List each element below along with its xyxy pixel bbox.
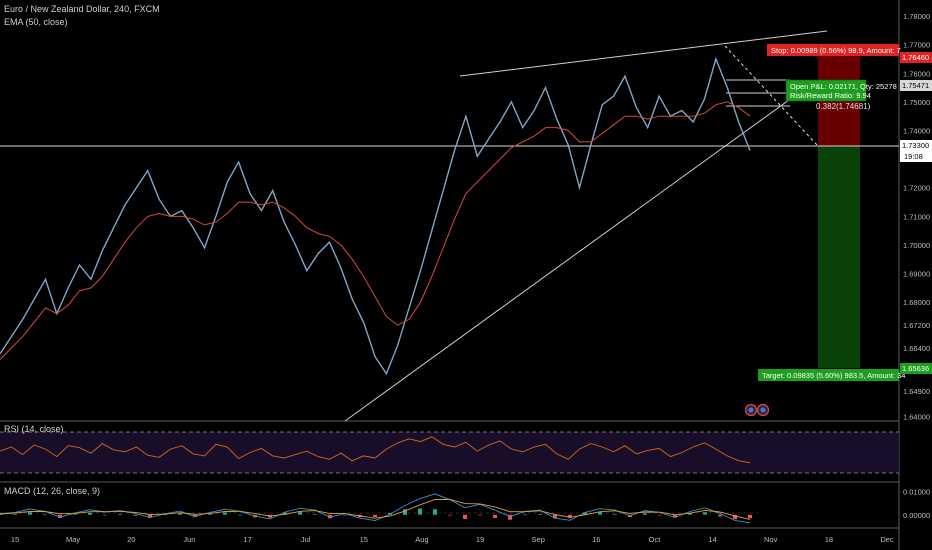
symbol-title[interactable]: Euro / New Zealand Dollar, 240, FXCM	[4, 4, 160, 14]
macd-legend[interactable]: MACD (12, 26, close, 9)	[4, 486, 100, 496]
event-icon-1[interactable]	[744, 403, 758, 417]
macd-hist-bar	[613, 514, 617, 515]
price-tick-label: 1.71000	[903, 212, 930, 221]
svg-text:Risk/Reward Ratio: 9.94: Risk/Reward Ratio: 9.94	[790, 91, 871, 100]
price-tick-label: 1.64000	[903, 413, 930, 422]
macd-hist-bar	[43, 514, 47, 516]
macd-hist-bar	[298, 511, 302, 515]
macd-hist-bar	[238, 514, 242, 516]
macd-tick-label: 0.00000	[903, 511, 930, 520]
macd-hist-bar	[373, 514, 377, 518]
svg-text:Open P&L: 0.02171, Qty: 25278: Open P&L: 0.02171, Qty: 25278	[790, 82, 897, 91]
svg-text:19:08: 19:08	[904, 152, 923, 161]
macd-hist-bar	[28, 512, 32, 515]
target-label[interactable]: Target: 0.09835 (5.60%) 983.5, Amount: 3…	[758, 369, 905, 381]
current-price-tag[interactable]: 1.73300	[900, 140, 932, 151]
time-tick-label: 14	[708, 535, 716, 544]
macd-tick-label: 0.01000	[903, 488, 930, 497]
time-tick-label: Oct	[649, 535, 662, 544]
macd-hist-bar	[703, 512, 707, 515]
event-icon-2[interactable]	[756, 403, 770, 417]
macd-hist-bar	[523, 514, 527, 516]
svg-text:1.65636: 1.65636	[902, 364, 929, 373]
price-chart[interactable]: 1.78000 1.77000 1.76000 1.75000 1.74000 1.733…	[0, 0, 932, 550]
time-tick-label: Jun	[183, 535, 195, 544]
time-tick-label: May	[66, 535, 80, 544]
fib-label: 0.382(1.74681)	[816, 102, 871, 111]
time-tick-label: Aug	[415, 535, 428, 544]
macd-hist-bar	[73, 514, 77, 515]
macd-hist-bar	[418, 508, 422, 515]
time-tick-label: 15	[11, 535, 19, 544]
macd-hist-bar	[313, 514, 317, 515]
time-tick-label: 16	[592, 535, 600, 544]
price-tick-label: 1.75000	[903, 98, 930, 107]
ema-legend[interactable]: EMA (50, close)	[4, 17, 68, 27]
price-tick-label: 1.76000	[903, 69, 930, 78]
macd-hist-bar	[223, 512, 227, 515]
time-tick-label: 18	[825, 535, 833, 544]
price-tick-label: 1.66400	[903, 344, 930, 353]
svg-text:1.76460: 1.76460	[902, 53, 929, 62]
time-tick-label: Dec	[880, 535, 894, 544]
macd-hist-bar	[748, 514, 752, 519]
macd-hist-bar	[103, 514, 107, 516]
price-tick-label: 1.69000	[903, 270, 930, 279]
macd-hist-bar	[643, 513, 647, 515]
svg-text:1.75471: 1.75471	[902, 81, 929, 90]
svg-text:Stop: 0.00989 (0.56%) 98.9, Am: Stop: 0.00989 (0.56%) 98.9, Amount: 7	[771, 46, 901, 55]
price-tick-label: 1.77000	[903, 41, 930, 50]
stop-label[interactable]: Stop: 0.00989 (0.56%) 98.9, Amount: 7	[767, 44, 901, 56]
price-tick-label: 1.78000	[903, 12, 930, 21]
rsi-band	[0, 432, 899, 473]
macd-hist-bar	[718, 514, 722, 517]
time-tick-label: Sep	[532, 535, 545, 544]
macd-hist-bar	[133, 514, 137, 516]
price-tick-label: 1.74000	[903, 127, 930, 136]
macd-hist-bar	[343, 514, 347, 516]
macd-hist-bar	[208, 513, 212, 515]
countdown-tag: 19:08	[900, 151, 932, 162]
macd-hist-bar	[478, 514, 482, 516]
price-tick-label: 1.68000	[903, 298, 930, 307]
macd-hist-bar	[118, 514, 122, 515]
time-tick-label: Jul	[301, 535, 311, 544]
target-zone[interactable]	[818, 146, 860, 368]
time-tick-label: 20	[127, 535, 135, 544]
time-tick-label: 19	[476, 535, 484, 544]
macd-hist-bar	[13, 514, 17, 515]
macd-hist-bar	[538, 514, 542, 515]
stop-price-tag[interactable]: 1.76460	[900, 52, 932, 63]
time-tick-label: 15	[360, 535, 368, 544]
macd-hist-bar	[658, 514, 662, 516]
macd-hist-bar	[433, 509, 437, 515]
svg-text:1.73300: 1.73300	[902, 141, 929, 150]
position-price-tag[interactable]: 1.75471	[900, 80, 932, 91]
macd-hist-bar	[448, 514, 452, 516]
time-tick-label: Nov	[764, 535, 778, 544]
price-tick-label: 1.67200	[903, 321, 930, 330]
target-price-tag[interactable]: 1.65636	[900, 363, 932, 374]
macd-hist-bar	[88, 512, 92, 515]
price-tick-label: 1.64900	[903, 387, 930, 396]
macd-hist-bar	[178, 513, 182, 515]
macd-hist-bar	[493, 514, 497, 518]
svg-text:Target: 0.09835 (5.60%) 983.5,: Target: 0.09835 (5.60%) 983.5, Amount: 3…	[762, 371, 905, 380]
price-tick-label: 1.70000	[903, 241, 930, 250]
price-tick-label: 1.72000	[903, 184, 930, 193]
time-tick-label: 17	[243, 535, 251, 544]
rsi-legend[interactable]: RSI (14, close)	[4, 424, 64, 434]
macd-hist-bar	[463, 514, 467, 519]
